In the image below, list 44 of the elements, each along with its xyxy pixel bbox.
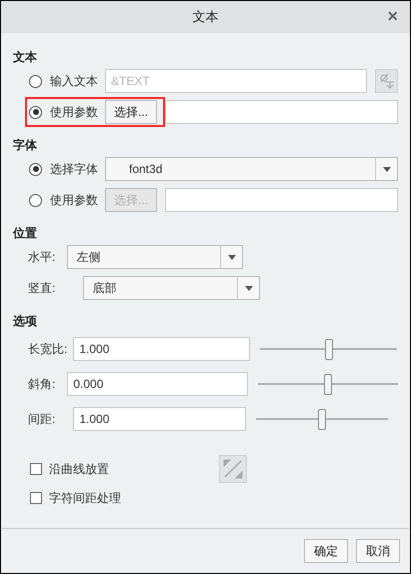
section-title: 位置	[13, 225, 38, 242]
field-label: 长宽比:	[28, 341, 68, 358]
caret-icon	[228, 254, 236, 260]
field-label: 使用参数	[50, 104, 99, 121]
input-field[interactable]: 1.000	[73, 337, 250, 361]
dropdown[interactable]: font3d	[105, 157, 398, 181]
field-label: 选择字体	[50, 161, 99, 178]
input-field[interactable]: 0.000	[67, 372, 248, 396]
section-title: 选项	[13, 313, 38, 330]
caret-icon	[244, 286, 253, 290]
input-field[interactable]: 1.000	[73, 407, 246, 431]
field-label: 斜角:	[28, 376, 56, 393]
radio-button[interactable]	[29, 162, 42, 176]
window-title: 文本	[192, 8, 218, 26]
field-label: 竖直:	[28, 280, 56, 297]
flip-button[interactable]	[219, 455, 247, 483]
choose-button[interactable]: 选择...	[105, 100, 157, 124]
ok-button[interactable]: 确定	[304, 539, 348, 563]
checkbox[interactable]	[30, 463, 42, 475]
field-label: 沿曲线放置	[49, 461, 109, 478]
diagonal-arrows-icon	[222, 458, 244, 480]
slider[interactable]	[260, 337, 398, 361]
checkbox[interactable]	[30, 492, 42, 504]
slider-thumb[interactable]	[318, 409, 326, 430]
slider[interactable]	[256, 407, 388, 431]
dropdown[interactable]: 左侧	[67, 245, 244, 269]
field-label: 使用参数	[50, 192, 99, 209]
dropdown[interactable]: 底部	[83, 276, 260, 300]
caret-icon	[382, 166, 390, 172]
symbol-icon	[378, 73, 394, 89]
close-button[interactable]: ×	[387, 7, 398, 25]
radio-button[interactable]	[29, 106, 42, 118]
slider-thumb[interactable]	[324, 339, 333, 360]
field-label: 水平:	[28, 249, 56, 266]
section-title: 字体	[13, 137, 38, 154]
section-title: 文本	[13, 49, 38, 66]
field-label: 输入文本	[50, 73, 99, 90]
input-field[interactable]	[165, 100, 398, 124]
cancel-button[interactable]: 取消	[356, 539, 400, 563]
symbol-button[interactable]	[375, 69, 398, 93]
slider[interactable]	[258, 372, 398, 396]
field-label: 间距:	[28, 411, 56, 428]
field-label: 字符间距处理	[49, 490, 121, 507]
slider-thumb[interactable]	[324, 374, 332, 395]
